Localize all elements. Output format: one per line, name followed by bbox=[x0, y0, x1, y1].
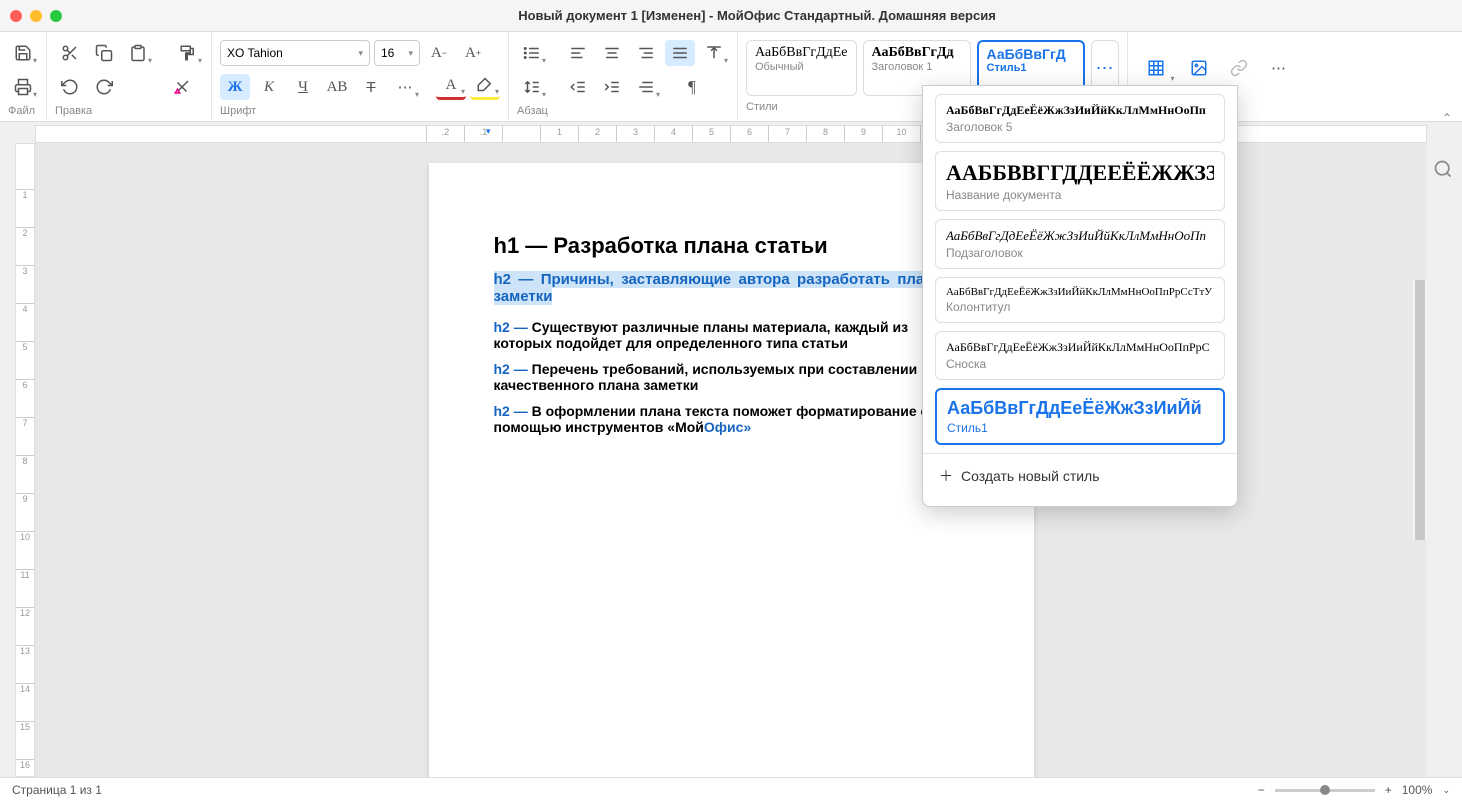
line-spacing-button[interactable] bbox=[517, 74, 547, 100]
zoom-value: 100% bbox=[1402, 783, 1433, 797]
align-justify-button[interactable] bbox=[665, 40, 695, 66]
group-edit-label: Правка bbox=[55, 102, 203, 119]
ruler-vertical[interactable]: 12345678910111213141516171819 bbox=[15, 143, 35, 777]
insert-table-button[interactable] bbox=[1136, 52, 1176, 84]
statusbar: Страница 1 из 1 − + 100% ⌄ bbox=[0, 777, 1462, 802]
bullet-list-button[interactable] bbox=[517, 40, 547, 66]
print-button[interactable] bbox=[8, 74, 38, 100]
undo-button[interactable] bbox=[55, 74, 85, 100]
underline-button[interactable]: Ч bbox=[288, 74, 318, 100]
cut-button[interactable] bbox=[55, 40, 85, 66]
increase-font-button[interactable]: A+ bbox=[458, 40, 488, 66]
collapse-ribbon-button[interactable]: ⌃ bbox=[1437, 108, 1457, 128]
paste-button[interactable] bbox=[123, 40, 153, 66]
group-edit: Правка bbox=[47, 32, 212, 121]
copy-button[interactable] bbox=[89, 40, 119, 66]
style-dropdown-item[interactable]: АаБбВвГгДдЕеЁёЖжЗзИиЙйКкЛлМмНнОоПпЗаголо… bbox=[935, 94, 1225, 143]
heading-2-item[interactable]: h2 — Существуют различные планы материал… bbox=[494, 319, 969, 351]
heading-2-item[interactable]: h2 — Перечень требований, используемых п… bbox=[494, 361, 969, 393]
create-style-button[interactable]: ＋Создать новый стиль bbox=[923, 453, 1237, 498]
more-font-button[interactable]: ⋯ bbox=[390, 74, 420, 100]
insert-link-button[interactable] bbox=[1222, 52, 1256, 84]
maximize-window[interactable] bbox=[50, 10, 62, 22]
style-dropdown-item[interactable]: ААББВВГГДДЕЕЁЁЖЖЗЗНазвание документа bbox=[935, 151, 1225, 211]
group-file: Файл bbox=[0, 32, 47, 121]
strikethrough-button[interactable]: АВ bbox=[322, 74, 352, 100]
zoom-controls: − + 100% ⌄ bbox=[1258, 783, 1450, 797]
scrollbar-vertical[interactable] bbox=[1413, 280, 1427, 540]
page-status: Страница 1 из 1 bbox=[12, 783, 102, 797]
style-dropdown-item[interactable]: АаБбВвГгДдЕеЁёЖжЗзИиЙйКкЛлМмНнОоПпПодзаг… bbox=[935, 219, 1225, 269]
heading-2-item[interactable]: h2 — В оформлении плана текста поможет ф… bbox=[494, 403, 969, 435]
group-paragraph: ¶ Абзац bbox=[509, 32, 738, 121]
zoom-out-button[interactable]: − bbox=[1258, 783, 1265, 797]
align-center-button[interactable] bbox=[597, 40, 627, 66]
clear-format-button[interactable] bbox=[167, 74, 197, 100]
zoom-dropdown-icon[interactable]: ⌄ bbox=[1442, 785, 1450, 796]
heading-1[interactable]: h1 — Разработка плана статьи bbox=[494, 233, 969, 259]
align-left-button[interactable] bbox=[563, 40, 593, 66]
group-font: XO Tahion▾ 16▾ A− A+ Ж К Ч АВ T ⋯ А Шриф… bbox=[212, 32, 509, 121]
nonprinting-button[interactable]: ¶ bbox=[677, 74, 707, 100]
font-color-button[interactable]: А bbox=[436, 74, 466, 100]
redo-button[interactable] bbox=[89, 74, 119, 100]
highlight-button[interactable] bbox=[470, 74, 500, 100]
align-right-button[interactable] bbox=[631, 40, 661, 66]
indent-settings-button[interactable] bbox=[631, 74, 661, 100]
heading-2-selected[interactable]: h2 — Причины, заставляющие автора разраб… bbox=[494, 271, 969, 305]
close-window[interactable] bbox=[10, 10, 22, 22]
vertical-align-button[interactable] bbox=[699, 40, 729, 66]
style-normal[interactable]: АаБбВвГгДдЕе Обычный bbox=[746, 40, 857, 96]
style-dropdown-item[interactable]: АаБбВвГгДдЕеЁёЖжЗзИиЙйСтиль1 bbox=[935, 388, 1225, 445]
group-font-label: Шрифт bbox=[220, 102, 500, 119]
search-panel-button[interactable] bbox=[1429, 155, 1457, 183]
style-dropdown-item[interactable]: АаБбВвГгДдЕеЁёЖжЗзИиЙйКкЛлМмНнОоПпРрСсТт… bbox=[935, 277, 1225, 323]
save-button[interactable] bbox=[8, 40, 38, 66]
font-name-select[interactable]: XO Tahion▾ bbox=[220, 40, 370, 66]
zoom-slider[interactable] bbox=[1275, 789, 1375, 792]
group-file-label: Файл bbox=[8, 102, 38, 119]
italic-button[interactable]: К bbox=[254, 74, 284, 100]
window-title: Новый документ 1 [Изменен] - МойОфис Ста… bbox=[62, 8, 1452, 23]
styles-dropdown: АаБбВвГгДдЕеЁёЖжЗзИиЙйКкЛлМмНнОоПпЗаголо… bbox=[922, 85, 1238, 507]
more-insert-button[interactable]: ⋯ bbox=[1262, 52, 1296, 84]
group-para-label: Абзац bbox=[517, 102, 729, 119]
bold-button[interactable]: Ж bbox=[220, 74, 250, 100]
plus-icon: ＋ bbox=[939, 466, 953, 486]
ribbon: Файл Правка XO Tahion▾ 16▾ A− A+ Ж К Ч bbox=[0, 32, 1462, 122]
superscript-button[interactable]: T bbox=[356, 74, 386, 100]
format-painter-button[interactable] bbox=[173, 40, 203, 66]
font-size-select[interactable]: 16▾ bbox=[374, 40, 420, 66]
increase-indent-button[interactable] bbox=[597, 74, 627, 100]
style-dropdown-item[interactable]: АаБбВвГгДдЕеЁёЖжЗзИиЙйКкЛлМмНнОоПпРрССно… bbox=[935, 331, 1225, 380]
insert-image-button[interactable] bbox=[1182, 52, 1216, 84]
titlebar: Новый документ 1 [Изменен] - МойОфис Ста… bbox=[0, 0, 1462, 32]
decrease-font-button[interactable]: A− bbox=[424, 40, 454, 66]
minimize-window[interactable] bbox=[30, 10, 42, 22]
zoom-in-button[interactable]: + bbox=[1385, 783, 1392, 797]
window-controls bbox=[10, 10, 62, 22]
decrease-indent-button[interactable] bbox=[563, 74, 593, 100]
